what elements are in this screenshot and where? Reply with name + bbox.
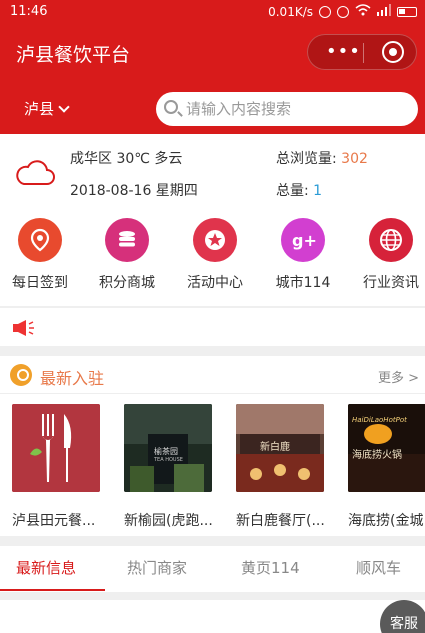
section-title: 最新入驻 <box>40 369 105 388</box>
total-count: 总量: 1 <box>276 180 322 200</box>
menu-label: 行业资讯 <box>363 275 419 291</box>
search-box[interactable] <box>156 92 418 126</box>
merchant-card[interactable]: 榆茶园 TEA HOUSE 新榆园(虎跑... <box>124 404 216 530</box>
status-bar: 11:46 0.01K/s <box>0 0 425 24</box>
tab-hot-merchants[interactable]: 热门商家 <box>127 557 187 578</box>
miniprogram-capsule: ••• <box>307 34 417 70</box>
alarm-icon <box>337 5 349 18</box>
merchant-card[interactable]: 泸县田元餐... <box>12 404 104 530</box>
merchant-card[interactable]: 新白鹿 新白鹿餐厅(... <box>236 404 328 530</box>
total-count-label: 总量: <box>276 183 309 199</box>
svg-text:g+: g+ <box>292 231 316 250</box>
total-views-value: 302 <box>341 151 368 167</box>
newest-merchants-section: 最新入驻 更多 > 泸县田元餐... 榆茶园 TEA HOUSE 新榆园(虎跑.… <box>0 356 425 536</box>
merchant-thumbnail <box>12 404 100 492</box>
status-indicators: 0.01K/s <box>268 4 417 19</box>
haidilao-chinese: 海底捞火锅 <box>352 450 402 461</box>
city-label: 泸县 <box>24 100 55 118</box>
page-title: 泸县餐饮平台 <box>16 44 131 66</box>
status-time: 11:46 <box>10 4 48 19</box>
merchant-name: 海底捞(金城 <box>348 513 424 529</box>
globe-icon <box>369 218 413 262</box>
menu-label: 积分商城 <box>99 275 155 291</box>
chevron-down-icon <box>58 100 70 113</box>
megaphone-icon <box>13 320 35 340</box>
total-views-label: 总浏览量: <box>276 151 337 167</box>
weather-location: 成华区 30℃ 多云 <box>70 151 183 167</box>
more-link[interactable]: 更多 > <box>378 367 419 386</box>
sync-icon <box>319 5 331 18</box>
tea-house-sign: 榆茶园 <box>154 447 178 456</box>
menu-item-checkin[interactable]: 每日签到 <box>0 218 80 292</box>
menu-item-industry-news[interactable]: 行业资讯 <box>351 218 425 292</box>
location-pin-icon <box>18 218 62 262</box>
wifi-icon <box>355 4 371 19</box>
menu-item-points-mall[interactable]: 积分商城 <box>87 218 167 292</box>
search-icon <box>164 100 178 114</box>
merchant-thumbnail: HaiDiLaoHotPot 海底捞火锅 <box>348 404 425 492</box>
location-badge-icon <box>10 364 32 386</box>
tea-house-subtitle: TEA HOUSE <box>154 457 183 463</box>
total-count-value: 1 <box>313 183 323 199</box>
close-miniprogram-icon[interactable] <box>382 41 404 63</box>
merchant-card[interactable]: HaiDiLaoHotPot 海底捞火锅 海底捞(金城 <box>348 404 425 530</box>
active-tab-indicator <box>0 589 105 591</box>
menu-item-activity-center[interactable]: 活动中心 <box>175 218 255 292</box>
location-search-bar: 泸县 <box>0 82 425 134</box>
notice-bar[interactable] <box>0 308 425 346</box>
tab-carpool[interactable]: 顺风车 <box>356 557 401 578</box>
search-input[interactable] <box>186 98 406 120</box>
merchant-name: 新榆园(虎跑... <box>124 513 213 529</box>
quick-menu: 每日签到 积分商城 活动中心 g+ 城市114 行业资讯 <box>0 210 425 306</box>
cloud-icon <box>14 156 56 192</box>
menu-label: 城市114 <box>275 275 331 291</box>
net-speed: 0.01K/s <box>268 4 313 19</box>
star-icon <box>193 218 237 262</box>
merchant-name: 新白鹿餐厅(... <box>236 513 325 529</box>
menu-item-city-114[interactable]: g+ 城市114 <box>263 218 343 292</box>
city-selector[interactable]: 泸县 <box>24 98 70 119</box>
merchant-thumbnail: 榆茶园 TEA HOUSE <box>124 404 212 492</box>
total-views: 总浏览量: 302 <box>276 148 368 168</box>
haidilao-english: HaiDiLaoHotPot <box>352 416 407 424</box>
title-bar: 泸县餐饮平台 ••• <box>0 24 425 82</box>
weather-panel: 成华区 30℃ 多云 2018-08-16 星期四 总浏览量: 302 总量: … <box>0 134 425 210</box>
merchant-name: 泸县田元餐... <box>12 513 96 529</box>
tab-latest-info[interactable]: 最新信息 <box>16 557 76 578</box>
signal-icon <box>377 4 391 19</box>
section-header: 最新入驻 更多 > <box>0 356 425 394</box>
bailu-sign: 新白鹿 <box>260 442 290 453</box>
merchant-thumbnail: 新白鹿 <box>236 404 324 492</box>
menu-label: 每日签到 <box>12 275 68 291</box>
merchant-list: 泸县田元餐... 榆茶园 TEA HOUSE 新榆园(虎跑... 新白鹿 新白鹿… <box>0 404 425 534</box>
menu-label: 活动中心 <box>187 275 243 291</box>
capsule-divider <box>363 43 364 63</box>
weather-date: 2018-08-16 星期四 <box>70 183 198 199</box>
battery-icon <box>397 6 417 17</box>
info-list-area <box>0 600 425 633</box>
coins-icon <box>105 218 149 262</box>
info-tabs: 最新信息 热门商家 黄页114 顺风车 <box>0 546 425 592</box>
tab-yellow-pages[interactable]: 黄页114 <box>241 557 300 578</box>
google-plus-icon: g+ <box>281 218 325 262</box>
more-icon[interactable]: ••• <box>326 43 361 61</box>
